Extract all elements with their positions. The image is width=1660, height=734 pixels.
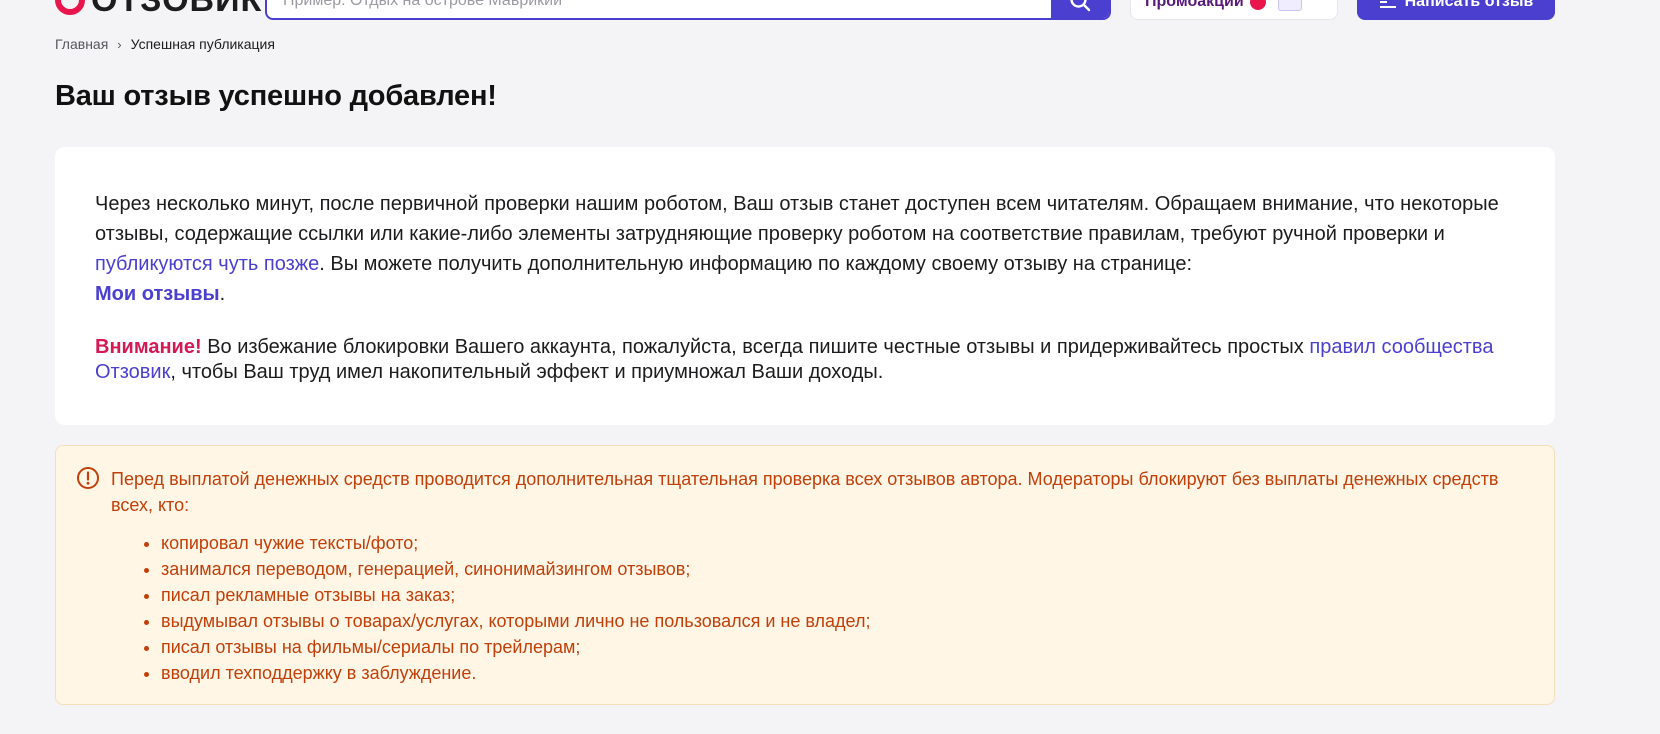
list-item: занимался переводом, генерацией, синоним… bbox=[161, 556, 1514, 582]
list-item: писал рекламные отзывы на заказ; bbox=[161, 582, 1514, 608]
logo-text: ОТЗОВИК bbox=[91, 0, 262, 20]
attention-label: Внимание! bbox=[95, 336, 202, 358]
search-input[interactable] bbox=[267, 0, 1079, 18]
promo-picture-icon bbox=[1277, 0, 1302, 11]
search-button[interactable] bbox=[1051, 0, 1109, 18]
promo-badge bbox=[1249, 0, 1266, 10]
write-review-label: Написать отзыв bbox=[1404, 0, 1534, 10]
list-item: писал отзывы на фильмы/сериалы по трейле… bbox=[161, 634, 1514, 660]
page: ОТЗОВИК Промоакции bbox=[0, 0, 1660, 734]
site-logo[interactable]: ОТЗОВИК bbox=[55, 0, 262, 20]
promo-button[interactable]: Промоакции bbox=[1130, 0, 1338, 20]
exclamation-circle-icon bbox=[77, 467, 99, 489]
my-reviews-link[interactable]: Мои отзывы bbox=[95, 283, 220, 305]
warning-paragraph: Внимание! Во избежание блокировки Вашего… bbox=[95, 335, 1515, 385]
write-review-button[interactable]: Написать отзыв bbox=[1357, 0, 1555, 20]
site-header: ОТЗОВИК Промоакции bbox=[0, 0, 1660, 22]
warning-text-1: Во избежание блокировки Вашего аккаунта,… bbox=[201, 336, 1310, 358]
info-text-end: . bbox=[219, 283, 226, 305]
list-item: копировал чужие тексты/фото; bbox=[161, 530, 1514, 556]
published-later-link[interactable]: публикуются чуть позже bbox=[95, 253, 319, 275]
list-item: вводил техподдержку в заблуждение. bbox=[161, 660, 1514, 686]
search-box bbox=[265, 0, 1111, 20]
promo-label: Промоакции bbox=[1145, 0, 1244, 10]
payout-notice: Перед выплатой денежных средств проводит… bbox=[55, 445, 1555, 705]
info-paragraph: Через несколько минут, после первичной п… bbox=[95, 189, 1515, 309]
notice-list: копировал чужие тексты/фото; занимался п… bbox=[111, 530, 1514, 686]
list-pen-icon bbox=[1379, 0, 1397, 10]
breadcrumb-separator: › bbox=[117, 36, 122, 52]
logo-ring-icon bbox=[55, 0, 85, 15]
info-text-2: . Вы можете получить дополнительную инфо… bbox=[319, 253, 1193, 275]
page-title: Ваш отзыв успешно добавлен! bbox=[55, 80, 497, 112]
breadcrumb-home-link[interactable]: Главная bbox=[55, 36, 108, 52]
warning-text-2: , чтобы Ваш труд имел накопительный эффе… bbox=[170, 361, 884, 383]
info-text-1: Через несколько минут, после первичной п… bbox=[95, 193, 1499, 245]
search-icon bbox=[1070, 0, 1091, 12]
success-info-card: Через несколько минут, после первичной п… bbox=[55, 147, 1555, 425]
breadcrumb: Главная › Успешная публикация bbox=[55, 36, 275, 52]
list-item: выдумывал отзывы о товарах/услугах, кото… bbox=[161, 608, 1514, 634]
notice-text: Перед выплатой денежных средств проводит… bbox=[111, 469, 1499, 515]
breadcrumb-current: Успешная публикация bbox=[130, 36, 275, 52]
